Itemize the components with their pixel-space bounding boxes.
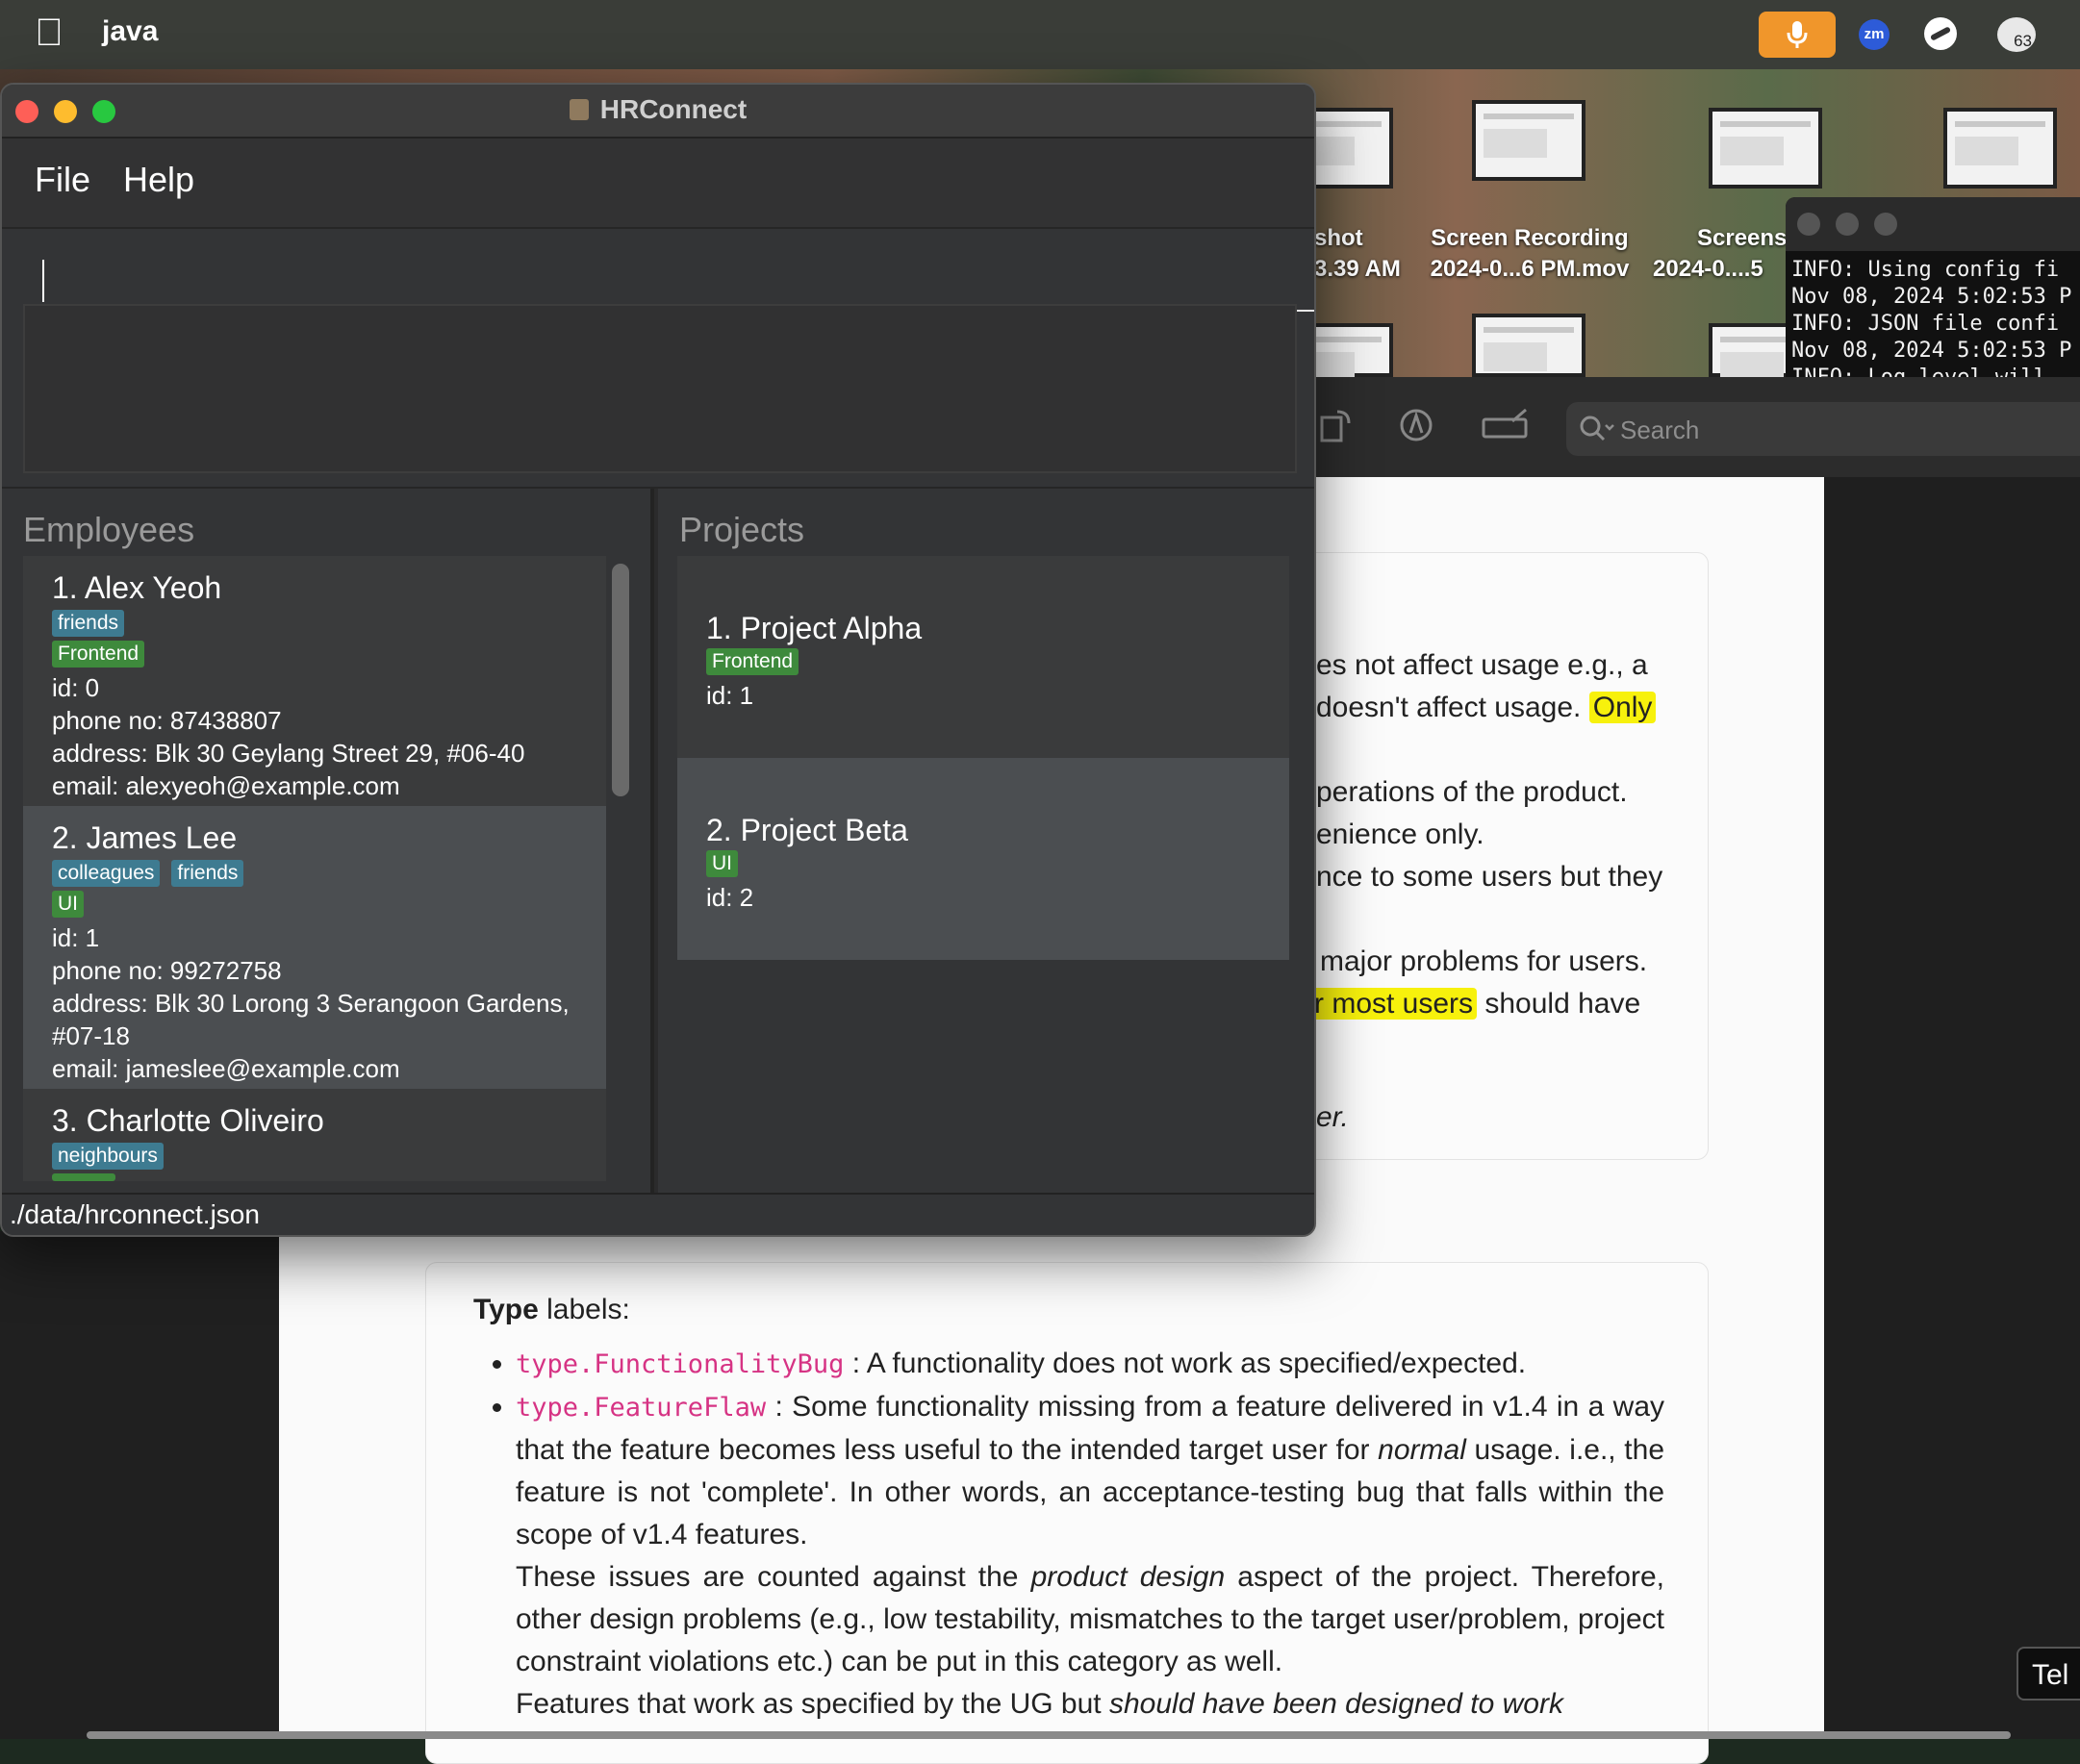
menu-file[interactable]: File [35,160,90,200]
window-title-bar[interactable]: HRConnect [2,85,1314,139]
desktop-file-thumbnail[interactable] [1709,108,1822,189]
text-caret [42,260,44,302]
project-card[interactable]: 1. Project Alpha Frontend id: 1 [677,556,1289,758]
zoom-icon[interactable] [1874,213,1897,236]
doc-text-fragment: major problems for users. [1320,945,1648,977]
type-labels-section: Type labels: type.FunctionalityBug : A f… [471,1289,1664,1726]
doc-text-fragment: perations of the product. [1316,776,1628,808]
employees-panel: Employees 1. Alex Yeoh friends Frontend … [2,489,654,1197]
employee-email: email: jameslee@example.com [52,1054,400,1083]
employee-phone: phone no: 99272758 [52,956,282,985]
employee-tag: neighbours [52,1143,164,1170]
desktop-file-label[interactable]: Screen Recording 2024-0...6 PM.mov [1414,223,1645,285]
close-icon[interactable] [1797,213,1820,236]
employee-address: address: Blk 30 Geylang Street 29, #06-4… [52,739,525,768]
preview-sidebar [0,1231,279,1739]
search-input[interactable] [1618,412,2065,448]
doc-text-fragment: doesn't affect usage. Only [1316,687,1657,729]
doc-highlight: r most users [1310,988,1478,1020]
tennis-ball-app-icon[interactable] [1924,17,1957,50]
projects-title: Projects [679,510,805,549]
type-labels-heading: Type labels: [473,1294,630,1325]
desktop-file-label[interactable]: shot 3.39 AM [1314,223,1401,285]
notification-count-badge[interactable]: 63 [1997,17,2036,52]
project-name: 1. Project Alpha [706,611,923,645]
employee-skill-tag [52,1173,115,1181]
employee-name: 2. James Lee [52,820,238,855]
list-panels: Employees 1. Alex Yeoh friends Frontend … [2,487,1314,1197]
microphone-indicator-icon[interactable] [1759,12,1836,58]
markup-icon[interactable] [1397,406,1435,452]
terminal-window[interactable]: INFO: Using config fi Nov 08, 2024 5:02:… [1786,197,2080,377]
employee-skill-tag: UI [52,891,84,918]
app-icon [569,99,589,120]
employee-phone: phone no: 87438807 [52,706,282,735]
window-title: HRConnect [2,94,1314,125]
doc-text-fragment: r most users should have [1310,983,1640,1025]
list-item: type.FeatureFlaw : Some functionality mi… [516,1386,1664,1726]
apple-menu-icon[interactable]:  [35,12,63,54]
employee-email: email: alexyeoh@example.com [52,771,400,800]
project-name: 2. Project Beta [706,813,908,847]
project-skill-tag: Frontend [706,648,799,675]
horizontal-scrollbar[interactable] [87,1731,2011,1739]
project-id: id: 2 [706,883,754,912]
preview-right-margin [1824,477,2080,1739]
terminal-output: INFO: Using config fi Nov 08, 2024 5:02:… [1791,258,2072,377]
employees-title: Employees [23,510,195,549]
employee-tag: friends [52,610,125,637]
doc-text-fragment: enience only. [1316,819,1484,850]
list-item: type.FunctionalityBug : A functionality … [516,1343,1664,1386]
employee-id: id: 1 [52,923,100,952]
zoom-app-icon[interactable]: zm [1859,19,1890,50]
employee-list-scrollbar[interactable] [612,564,629,796]
desktop-file-thumbnail[interactable] [1472,100,1585,181]
employee-address-cont: #07-18 [52,1021,130,1050]
type-labels-list: type.FunctionalityBug : A functionality … [471,1343,1664,1726]
doc-text-fragment: nce to some users but they [1316,861,1663,893]
active-app-name[interactable]: java [102,15,158,48]
employee-name: 3. Charlotte Oliveiro [52,1103,324,1138]
employee-card[interactable]: 2. James Lee colleagues friends UI id: 1 … [23,806,606,1089]
employee-name: 1. Alex Yeoh [52,570,222,605]
employee-skill-tag: Frontend [52,641,145,668]
doc-text-fragment: er. [1316,1101,1349,1133]
rotate-icon[interactable] [1316,406,1355,452]
employee-list[interactable]: 1. Alex Yeoh friends Frontend id: 0 phon… [23,556,606,1181]
status-bar-path: ./data/hrconnect.json [2,1193,1314,1235]
minimize-icon[interactable] [1836,213,1859,236]
command-input[interactable] [23,248,1314,312]
result-display [23,304,1297,473]
project-id: id: 1 [706,681,754,710]
projects-panel: Projects 1. Project Alpha Frontend id: 1… [658,489,1314,1197]
system-menu-bar:  java zm 63 [0,0,2080,69]
employee-card[interactable]: 1. Alex Yeoh friends Frontend id: 0 phon… [23,556,606,806]
search-icon [1578,414,1616,449]
hrconnect-window: HRConnect File Help Employees 1. Alex Ye… [0,83,1316,1237]
employee-id: id: 0 [52,673,100,702]
menu-help[interactable]: Help [123,160,194,200]
desktop-file-thumbnail[interactable] [1472,314,1585,377]
project-list[interactable]: 1. Project Alpha Frontend id: 1 2. Proje… [677,556,1289,960]
preview-search-box[interactable] [1566,402,2080,456]
tel-button[interactable]: Tel [2017,1647,2080,1701]
project-card[interactable]: 2. Project Beta UI id: 2 [677,758,1289,960]
app-menu-bar: File Help [2,139,1314,229]
employee-card[interactable]: 3. Charlotte Oliveiro neighbours [23,1089,606,1181]
doc-text-fragment: es not affect usage e.g., a [1316,649,1648,681]
signature-icon[interactable] [1480,406,1530,452]
employee-address: address: Blk 30 Lorong 3 Serangoon Garde… [52,989,570,1018]
desktop-file-label[interactable]: Screens 2024-0....5 [1653,223,1788,285]
employee-tag: colleagues [52,860,161,887]
employee-tag: friends [171,860,244,887]
desktop-file-thumbnail[interactable] [1943,108,2057,189]
doc-highlight: Only [1588,692,1657,723]
project-skill-tag: UI [706,850,738,877]
terminal-title-bar[interactable] [1786,197,2080,251]
